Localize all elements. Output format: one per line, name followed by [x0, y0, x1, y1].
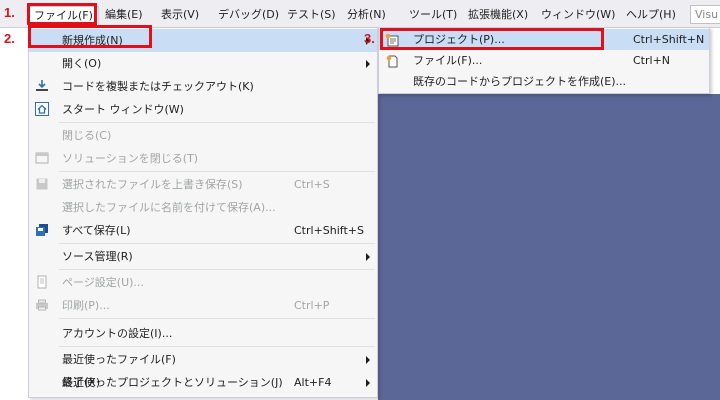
submenu-item-file[interactable]: ファイル(F)... Ctrl+N [379, 50, 709, 71]
menu-item-shortcut: Ctrl+N [633, 54, 671, 67]
menu-separator [29, 394, 377, 395]
menu-item-shortcut: Ctrl+S [294, 178, 330, 191]
submenu-item-from-existing-code[interactable]: 既存のコードからプロジェクトを作成(E)... [379, 71, 709, 92]
menu-item-label: 最近使ったファイル(F) [62, 353, 176, 366]
menu-item-label: コードを複製またはチェックアウト(K) [62, 80, 254, 93]
printer-icon [35, 298, 49, 312]
menu-item-open[interactable]: 開く(O) [29, 52, 377, 75]
menu-separator [59, 346, 375, 347]
menu-item-source-control[interactable]: ソース管理(R) [29, 245, 377, 268]
save-all-icon [35, 223, 49, 237]
page-setup-icon [35, 275, 49, 289]
menu-item-shortcut: Ctrl+Shift+N [633, 33, 705, 46]
menu-item-account-settings[interactable]: アカウントの設定(I)... [29, 322, 377, 345]
menu-item-save[interactable]: 選択されたファイルを上書き保存(S) Ctrl+S [29, 173, 377, 196]
new-file-icon [385, 54, 399, 68]
menu-tools[interactable]: ツール(T) [404, 6, 462, 23]
menu-extensions[interactable]: 拡張機能(X) [463, 6, 533, 23]
menu-item-label: 印刷(P)... [62, 299, 110, 312]
menu-view[interactable]: 表示(V) [156, 6, 204, 23]
menu-item-clone[interactable]: コードを複製またはチェックアウト(K) [29, 75, 377, 98]
menu-test[interactable]: テスト(S) [282, 6, 341, 23]
menu-item-label: 新規作成(N) [62, 34, 123, 47]
menu-help[interactable]: ヘルプ(H) [621, 6, 681, 23]
menu-item-close-solution[interactable]: ソリューションを閉じる(T) [29, 147, 377, 170]
step-number-1: 1. [4, 5, 15, 20]
file-menu-dropdown: 新規作成(N) 開く(O) コードを複製またはチェックアウト(K) スタート ウ… [28, 27, 378, 398]
menu-item-save-as[interactable]: 選択したファイルに名前を付けて保存(A)... [29, 196, 377, 219]
home-icon [35, 102, 49, 116]
new-project-icon [385, 33, 399, 47]
menu-item-save-all[interactable]: すべて保存(L) Ctrl+Shift+S [29, 219, 377, 242]
menu-item-label: ファイル(F)... [413, 54, 483, 67]
menu-item-shortcut: Ctrl+P [294, 299, 330, 312]
menu-item-recent-files[interactable]: 最近使ったファイル(F) [29, 348, 377, 371]
menu-item-label: 終了(X) [62, 376, 101, 389]
menu-item-label: ソリューションを閉じる(T) [62, 152, 199, 165]
clone-download-icon [35, 79, 49, 93]
menu-file[interactable]: ファイル(F) [28, 6, 99, 28]
new-submenu: プロジェクト(P)... Ctrl+Shift+N ファイル(F)... Ctr… [378, 27, 710, 94]
menu-item-new[interactable]: 新規作成(N) [29, 29, 377, 52]
menu-item-label: アカウントの設定(I)... [62, 327, 173, 340]
menu-item-label: ソース管理(R) [62, 250, 133, 263]
save-icon [35, 177, 49, 191]
menu-item-start-window[interactable]: スタート ウィンドウ(W) [29, 98, 377, 121]
menu-item-label: 開く(O) [62, 57, 102, 70]
menu-item-label: 閉じる(C) [62, 129, 112, 142]
menu-item-page-setup[interactable]: ページ設定(U)... [29, 271, 377, 294]
menu-item-shortcut: Ctrl+Shift+S [294, 224, 364, 237]
menu-separator [59, 243, 375, 244]
menu-item-label: プロジェクト(P)... [413, 33, 505, 46]
submenu-arrow-icon [366, 60, 370, 68]
menu-bar: ファイル(F) 編集(E) 表示(V) デバッグ(D) テスト(S) 分析(N)… [0, 0, 720, 28]
menu-item-exit[interactable]: 終了(X) Alt+F4 [29, 371, 377, 394]
menu-separator [59, 269, 375, 270]
step-number-3: 3. [364, 31, 375, 46]
step-number-2: 2. [4, 31, 15, 46]
search-input[interactable]: Visu [690, 5, 720, 24]
menu-item-label: スタート ウィンドウ(W) [62, 103, 184, 116]
submenu-arrow-icon [366, 356, 370, 364]
close-solution-icon [35, 151, 49, 165]
menu-item-label: 選択されたファイルを上書き保存(S) [62, 178, 243, 191]
menu-item-shortcut: Alt+F4 [294, 376, 332, 389]
menu-item-label: 既存のコードからプロジェクトを作成(E)... [413, 75, 627, 88]
menu-window[interactable]: ウィンドウ(W) [536, 6, 620, 23]
menu-item-print[interactable]: 印刷(P)... Ctrl+P [29, 294, 377, 317]
menu-edit[interactable]: 編集(E) [100, 6, 148, 23]
submenu-item-project[interactable]: プロジェクト(P)... Ctrl+Shift+N [379, 29, 709, 50]
menu-separator [59, 318, 375, 319]
menu-separator [59, 122, 375, 123]
menu-debug[interactable]: デバッグ(D) [213, 6, 284, 23]
menu-item-label: ページ設定(U)... [62, 276, 144, 289]
menu-item-close[interactable]: 閉じる(C) [29, 124, 377, 147]
menu-analyze[interactable]: 分析(N) [342, 6, 391, 23]
menu-separator [59, 171, 375, 172]
editor-background [378, 94, 720, 400]
submenu-arrow-icon [366, 253, 370, 261]
menu-item-label: すべて保存(L) [62, 224, 131, 237]
menu-item-label: 選択したファイルに名前を付けて保存(A)... [62, 201, 276, 214]
